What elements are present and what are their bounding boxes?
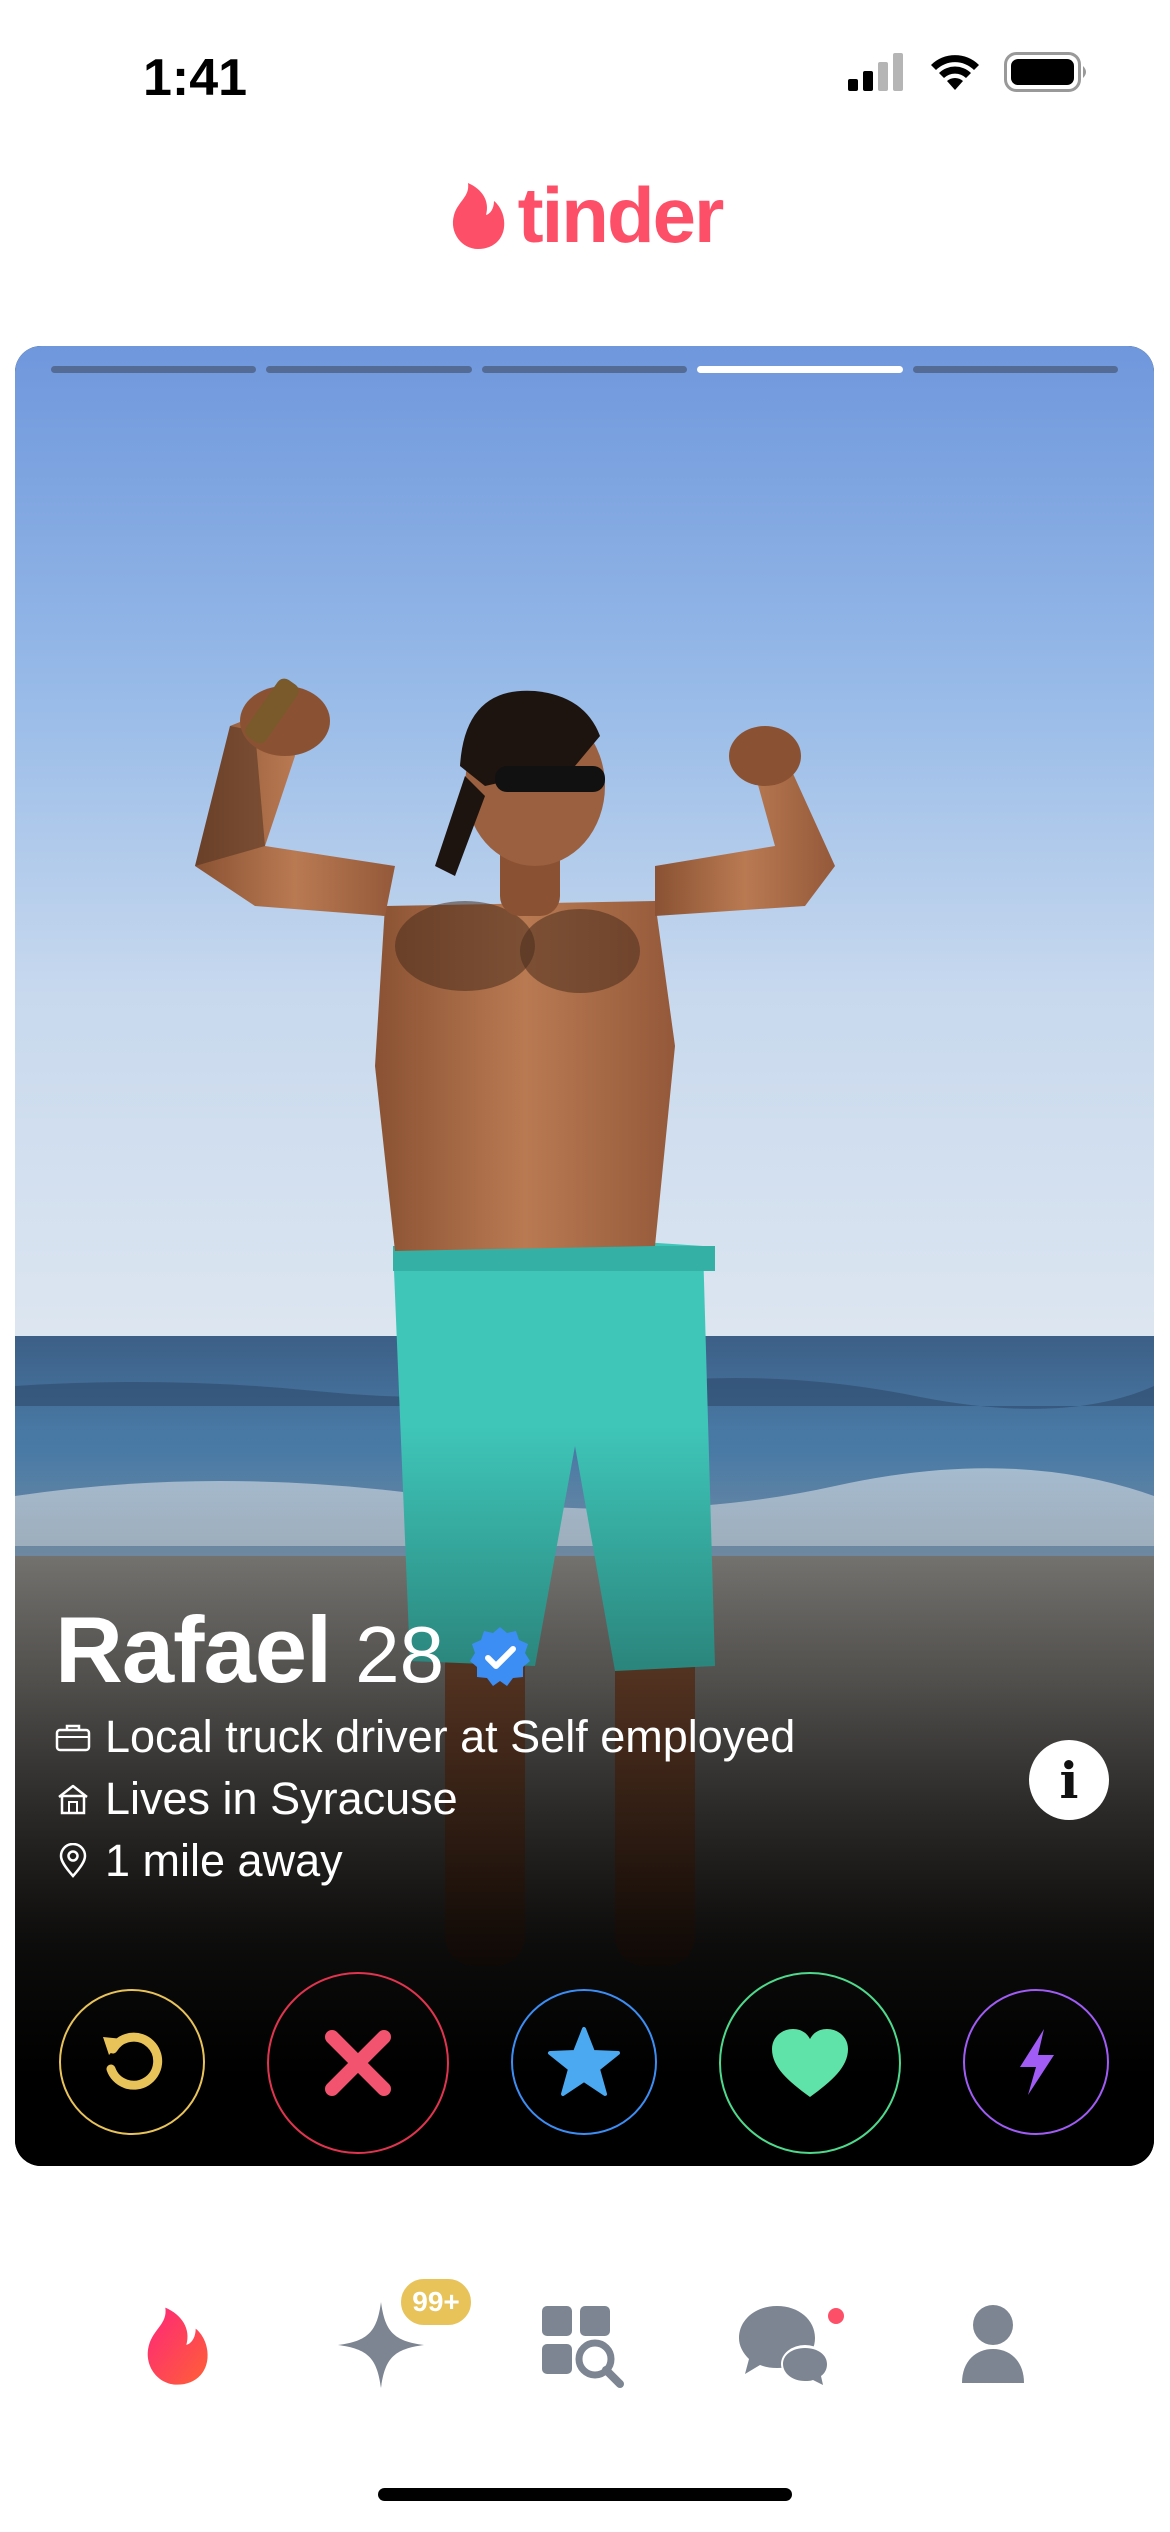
chat-bubbles-icon bbox=[739, 2306, 829, 2385]
nav-profile[interactable] bbox=[938, 2290, 1048, 2400]
cellular-signal-icon bbox=[848, 53, 903, 91]
info-button[interactable]: i bbox=[1029, 1740, 1109, 1820]
detail-job-text: Local truck driver at Self employed bbox=[105, 1711, 796, 1762]
heart-icon bbox=[772, 2029, 848, 2097]
photo-progress-segment[interactable] bbox=[51, 366, 257, 373]
photo-progress bbox=[51, 366, 1119, 374]
briefcase-icon bbox=[55, 1724, 91, 1752]
detail-residence-text: Lives in Syracuse bbox=[105, 1773, 458, 1824]
chat-notification-dot bbox=[828, 2308, 844, 2324]
person-icon bbox=[962, 2305, 1024, 2383]
photo-progress-segment[interactable] bbox=[481, 366, 688, 373]
wifi-icon bbox=[931, 55, 979, 90]
info-icon: i bbox=[1059, 1750, 1079, 1810]
brand-logo-text: tinder bbox=[517, 171, 725, 259]
explore-grid-icon bbox=[542, 2306, 624, 2388]
profile-info: Rafael 28 Local truck driver at Self emp… bbox=[55, 1596, 1055, 1892]
photo-progress-segment[interactable] bbox=[266, 366, 472, 373]
photo-progress-segment[interactable] bbox=[912, 366, 1119, 373]
status-time: 1:41 bbox=[143, 49, 248, 107]
home-indicator[interactable] bbox=[378, 2488, 792, 2501]
boost-button[interactable] bbox=[963, 1989, 1109, 2135]
action-bar bbox=[15, 1956, 1154, 2154]
verified-badge-icon bbox=[470, 1627, 531, 1686]
profile-card[interactable]: Rafael 28 Local truck driver at Self emp… bbox=[15, 346, 1154, 2166]
app-header: tinder bbox=[0, 170, 1170, 260]
like-button[interactable] bbox=[719, 1972, 901, 2154]
nav-recs[interactable] bbox=[122, 2290, 232, 2400]
profile-age: 28 bbox=[355, 1610, 445, 1699]
detail-job: Local truck driver at Self employed bbox=[55, 1706, 1055, 1768]
detail-residence: Lives in Syracuse bbox=[55, 1768, 1055, 1830]
bottom-nav bbox=[0, 2260, 1170, 2460]
gold-count-badge: 99+ bbox=[398, 2276, 474, 2328]
detail-distance: 1 mile away bbox=[55, 1830, 1055, 1892]
lightning-icon bbox=[1020, 2029, 1054, 2095]
detail-distance-text: 1 mile away bbox=[105, 1835, 343, 1886]
battery-icon bbox=[1004, 52, 1086, 92]
status-bar: 1:41 bbox=[0, 0, 1170, 150]
super-like-button[interactable] bbox=[511, 1989, 657, 2135]
profile-name: Rafael bbox=[55, 1597, 332, 1702]
rewind-button[interactable] bbox=[59, 1989, 205, 2135]
nav-chat[interactable] bbox=[730, 2290, 840, 2400]
photo-progress-segment-active[interactable] bbox=[697, 366, 903, 373]
name-row: Rafael 28 bbox=[55, 1596, 1055, 1706]
flame-icon bbox=[452, 183, 504, 249]
location-pin-icon bbox=[59, 1843, 87, 1878]
x-icon bbox=[325, 2030, 391, 2096]
home-icon bbox=[58, 1784, 88, 1815]
rewind-icon bbox=[103, 2032, 163, 2090]
nope-button[interactable] bbox=[267, 1972, 449, 2154]
status-icons bbox=[848, 52, 1090, 92]
nav-explore[interactable] bbox=[526, 2290, 636, 2400]
star-icon bbox=[548, 2027, 620, 2096]
flame-icon bbox=[147, 2307, 208, 2385]
